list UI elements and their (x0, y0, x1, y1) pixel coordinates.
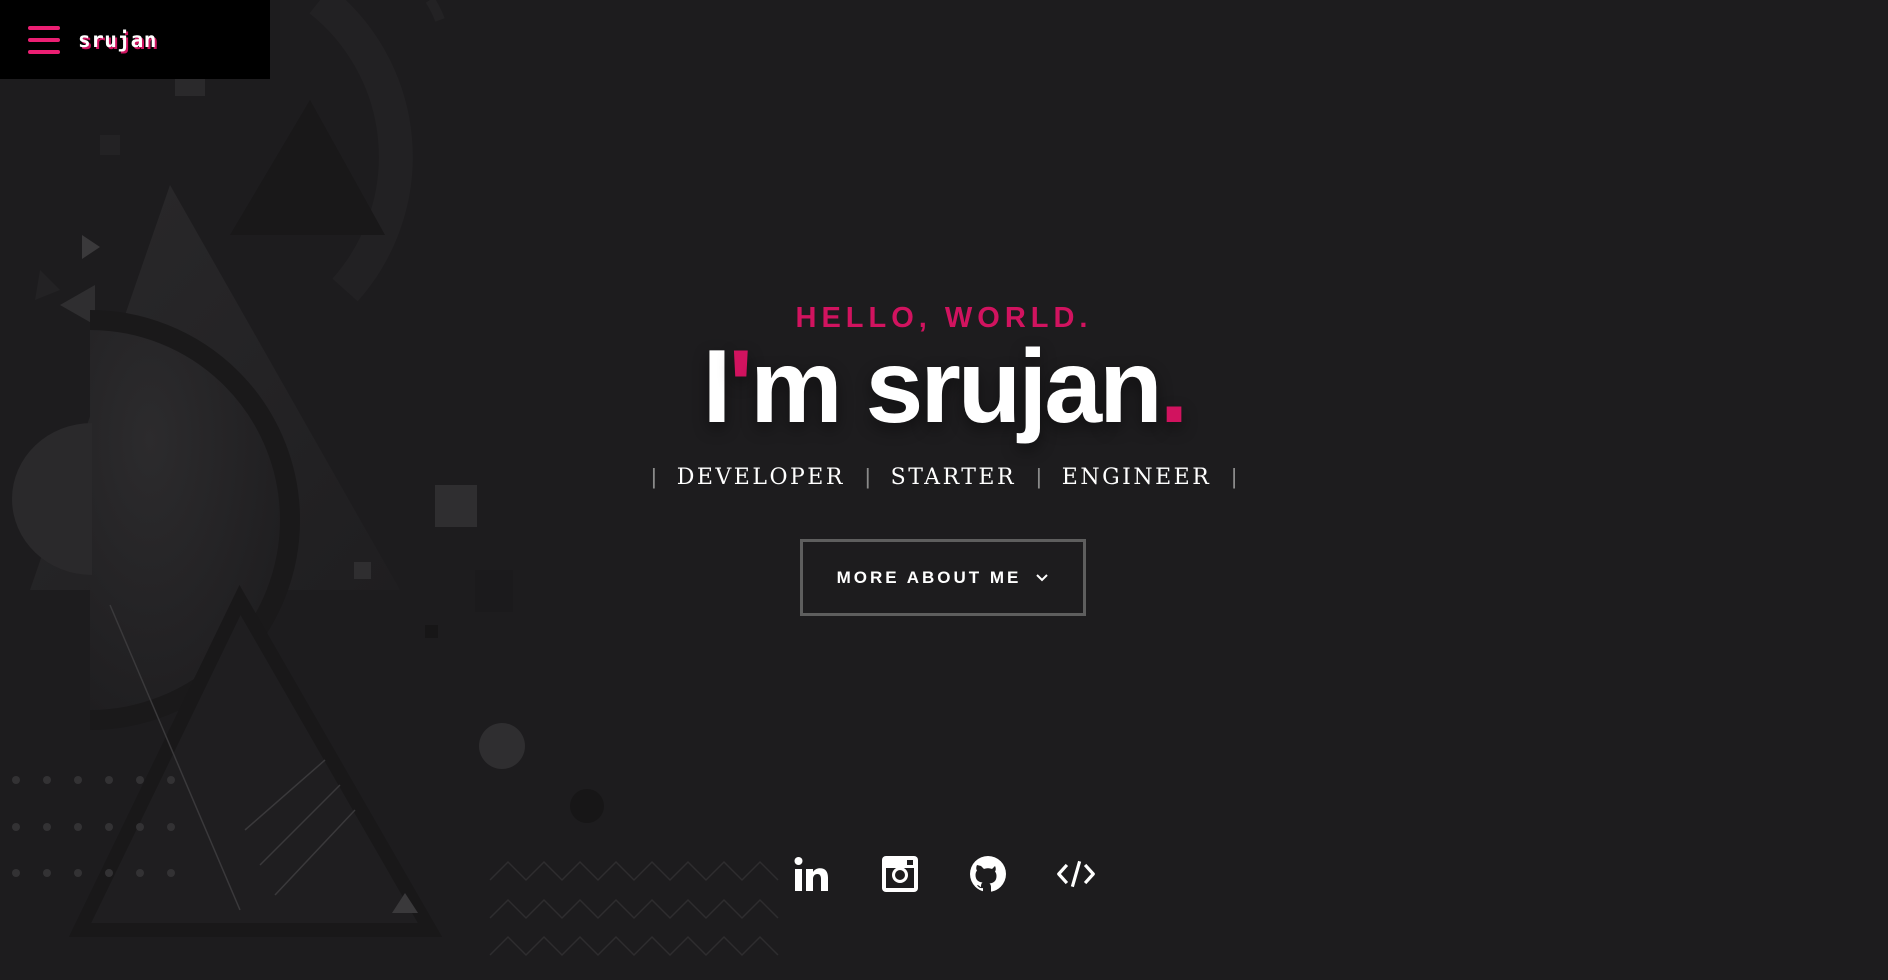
role-separator: | (1036, 464, 1042, 489)
headline-name: m srujan (750, 329, 1162, 445)
menu-line (28, 49, 60, 54)
cta-label: MORE ABOUT ME (836, 567, 1022, 587)
roles-list: | DEVELOPER | STARTER | ENGINEER | (0, 464, 1888, 490)
role-separator: | (864, 464, 871, 489)
menu-line (28, 25, 60, 30)
linkedin-icon[interactable] (792, 854, 832, 894)
menu-line (28, 37, 60, 42)
more-about-me-button[interactable]: MORE ABOUT ME (800, 539, 1086, 616)
role-separator: | (650, 464, 657, 489)
top-bar: srujan (0, 0, 270, 79)
github-icon[interactable] (968, 854, 1008, 894)
role-item: STARTER (890, 464, 1017, 490)
instagram-icon[interactable] (880, 854, 920, 894)
site-logo[interactable]: srujan (78, 28, 157, 52)
role-item: ENGINEER (1061, 464, 1212, 490)
hamburger-menu-icon[interactable] (28, 25, 60, 54)
role-separator: | (1231, 464, 1237, 489)
chevron-down-icon (1036, 573, 1049, 581)
hero-section: HELLO, WORLD. I'm srujan. | DEVELOPER | … (0, 0, 1888, 980)
code-icon[interactable] (1056, 854, 1096, 894)
role-item: DEVELOPER (676, 464, 845, 490)
social-links (0, 854, 1888, 894)
headline-dot: . (1159, 329, 1189, 445)
headline-prefix: I (702, 329, 731, 445)
headline-apostrophe: ' (728, 329, 753, 445)
hero-headline: I'm srujan. (0, 330, 1888, 444)
page: srujan HELLO, WORLD. I'm srujan. | DEVEL… (0, 0, 1888, 980)
